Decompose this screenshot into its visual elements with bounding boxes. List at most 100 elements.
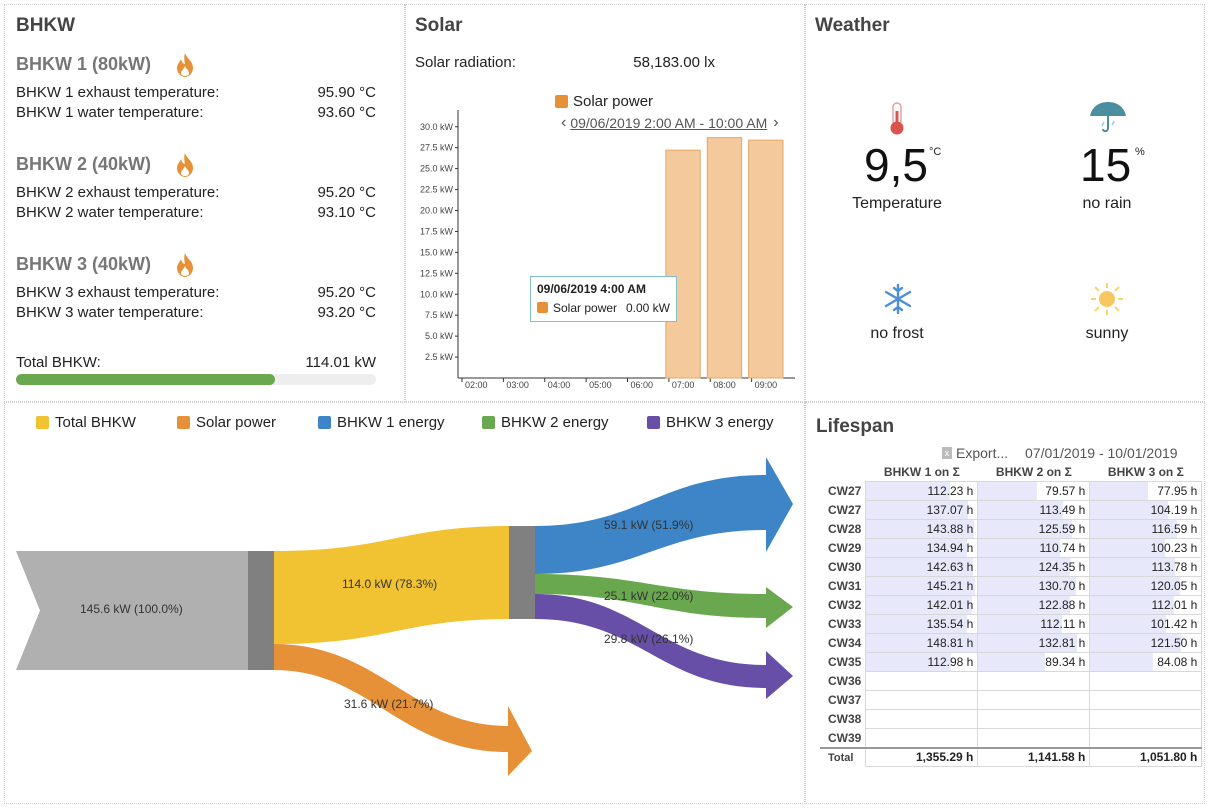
table-cell[interactable]: 125.59 h bbox=[977, 519, 1091, 539]
thermometer-icon bbox=[890, 102, 904, 135]
table-cell[interactable]: 112.23 h bbox=[865, 481, 979, 501]
bhkw2-exhaust-value: 95.20 °C bbox=[317, 184, 376, 201]
table-cell[interactable] bbox=[865, 709, 979, 729]
solar-bar[interactable] bbox=[665, 149, 701, 379]
table-cell[interactable]: 112.98 h bbox=[865, 652, 979, 672]
cell-bar bbox=[1090, 653, 1153, 671]
table-cell[interactable]: 145.21 h bbox=[865, 576, 979, 596]
column-header[interactable]: BHKW 1 on Σ bbox=[866, 463, 978, 482]
table-cell[interactable] bbox=[977, 728, 1091, 748]
sankey-total-node[interactable] bbox=[509, 526, 535, 619]
cell-value: 1,141.58 h bbox=[1027, 750, 1086, 765]
column-header[interactable]: BHKW 3 on Σ bbox=[1090, 463, 1202, 482]
row-label: CW27 bbox=[828, 484, 862, 498]
umbrella-icon bbox=[1090, 102, 1126, 133]
table-cell[interactable]: 137.07 h bbox=[865, 500, 979, 520]
cell-value: 137.07 h bbox=[926, 503, 974, 517]
table-cell[interactable] bbox=[977, 709, 1091, 729]
temperature-label: Temperature bbox=[852, 195, 942, 212]
total-cell: 1,355.29 h bbox=[865, 746, 979, 767]
bhkw3-exhaust-value: 95.20 °C bbox=[317, 284, 376, 301]
legend-solar-power[interactable]: Solar power bbox=[177, 414, 276, 431]
table-cell[interactable]: 77.95 h bbox=[1089, 481, 1203, 501]
cell-value: 148.81 h bbox=[926, 636, 974, 650]
table-cell[interactable]: 112.01 h bbox=[1089, 595, 1203, 615]
cell-value: 110.74 h bbox=[1039, 541, 1086, 555]
legend-bhkw2-energy[interactable]: BHKW 2 energy bbox=[482, 414, 609, 431]
row-label: CW39 bbox=[828, 730, 862, 745]
table-cell[interactable]: 110.74 h bbox=[977, 538, 1091, 558]
table-row: CW31 145.21 h 130.70 h 120.05 h bbox=[820, 576, 1203, 596]
legend-swatch bbox=[177, 416, 190, 429]
table-row: CW34 148.81 h 132.81 h 121.50 h bbox=[820, 633, 1203, 653]
table-cell[interactable]: 100.23 h bbox=[1089, 538, 1203, 558]
row-label: Total bbox=[820, 746, 866, 767]
table-cell[interactable] bbox=[865, 728, 979, 748]
table-cell[interactable]: 79.57 h bbox=[977, 481, 1091, 501]
column-header[interactable]: BHKW 2 on Σ bbox=[978, 463, 1090, 482]
bhkw1-heading: BHKW 1 (80kW) bbox=[16, 54, 152, 74]
bhkw3-water-label: BHKW 3 water temperature: bbox=[16, 304, 204, 321]
table-cell[interactable]: 89.34 h bbox=[977, 652, 1091, 672]
legend-bhkw1-energy[interactable]: BHKW 1 energy bbox=[318, 414, 445, 431]
table-row: CW32 142.01 h 122.88 h 112.01 h bbox=[820, 595, 1203, 615]
table-cell[interactable]: 135.54 h bbox=[865, 614, 979, 634]
table-cell[interactable]: 142.63 h bbox=[865, 557, 979, 577]
legend-total-bhkw[interactable]: Total BHKW bbox=[36, 414, 136, 431]
table-cell[interactable]: 101.42 h bbox=[1089, 614, 1203, 634]
table-cell[interactable]: 104.19 h bbox=[1089, 500, 1203, 520]
table-cell[interactable]: 130.70 h bbox=[977, 576, 1091, 596]
solar-bar[interactable] bbox=[748, 139, 784, 379]
table-cell[interactable] bbox=[1089, 671, 1203, 691]
table-cell[interactable]: 124.35 h bbox=[977, 557, 1091, 577]
table-row: CW28 143.88 h 125.59 h 116.59 h bbox=[820, 519, 1203, 539]
solar-bar[interactable] bbox=[706, 137, 743, 379]
table-cell[interactable]: 143.88 h bbox=[865, 519, 979, 539]
legend-bhkw3-energy[interactable]: BHKW 3 energy bbox=[647, 414, 774, 431]
cell-value: 112.23 h bbox=[927, 484, 974, 498]
table-cell[interactable] bbox=[1089, 728, 1203, 748]
table-cell[interactable]: 84.08 h bbox=[1089, 652, 1203, 672]
bhkw1-exhaust-value: 95.90 °C bbox=[317, 84, 376, 101]
table-cell[interactable]: 112.11 h bbox=[977, 614, 1091, 634]
table-cell[interactable] bbox=[865, 690, 979, 710]
table-cell[interactable]: 148.81 h bbox=[865, 633, 979, 653]
table-cell[interactable] bbox=[977, 671, 1091, 691]
legend-label: BHKW 1 energy bbox=[337, 414, 445, 431]
table-cell[interactable] bbox=[865, 671, 979, 691]
table-cell[interactable]: 142.01 h bbox=[865, 595, 979, 615]
legend-label: BHKW 3 energy bbox=[666, 414, 774, 431]
row-label: CW37 bbox=[828, 693, 862, 707]
export-button[interactable]: x Export... bbox=[942, 445, 1008, 461]
table-cell[interactable] bbox=[1089, 709, 1203, 729]
cell-value: 122.88 h bbox=[1038, 598, 1086, 612]
table-row: CW29 134.94 h 110.74 h 100.23 h bbox=[820, 538, 1203, 558]
total-cell: 1,051.80 h bbox=[1089, 746, 1203, 767]
legend-label: Solar power bbox=[196, 414, 277, 431]
cell-value: 104.19 h bbox=[1150, 503, 1198, 517]
table-cell[interactable]: 120.05 h bbox=[1089, 576, 1203, 596]
table-cell[interactable] bbox=[977, 690, 1091, 710]
table-row: CW36 bbox=[820, 671, 1203, 691]
table-cell[interactable]: 116.59 h bbox=[1089, 519, 1203, 539]
bhkw2-water-value: 93.10 °C bbox=[317, 204, 376, 221]
table-cell[interactable]: 122.88 h bbox=[977, 595, 1091, 615]
table-cell[interactable] bbox=[1089, 690, 1203, 710]
y-tick-label: 25.0 kW bbox=[420, 164, 454, 174]
sankey-diagram bbox=[16, 457, 793, 776]
cell-bar bbox=[978, 653, 1045, 671]
table-cell[interactable]: 113.49 h bbox=[977, 500, 1091, 520]
table-cell[interactable]: 113.78 h bbox=[1089, 557, 1203, 577]
table-cell[interactable]: 132.81 h bbox=[977, 633, 1091, 653]
table-cell[interactable]: 134.94 h bbox=[865, 538, 979, 558]
sankey-flow-bhkw1[interactable] bbox=[535, 457, 793, 574]
table-total-row: Total 1,355.29 h 1,141.58 h 1,051.80 h bbox=[820, 746, 1203, 767]
sankey-label-bhkw1: 59.1 kW (51.9%) bbox=[604, 518, 694, 532]
row-label: CW32 bbox=[828, 598, 862, 612]
tooltip-value: 0.00 kW bbox=[625, 301, 670, 315]
table-cell[interactable]: 121.50 h bbox=[1089, 633, 1203, 653]
sankey-split-node[interactable] bbox=[248, 551, 274, 670]
row-label-header bbox=[820, 463, 866, 482]
sankey-label-source: 145.6 kW (100.0%) bbox=[80, 602, 183, 616]
sun-icon bbox=[1091, 283, 1123, 315]
